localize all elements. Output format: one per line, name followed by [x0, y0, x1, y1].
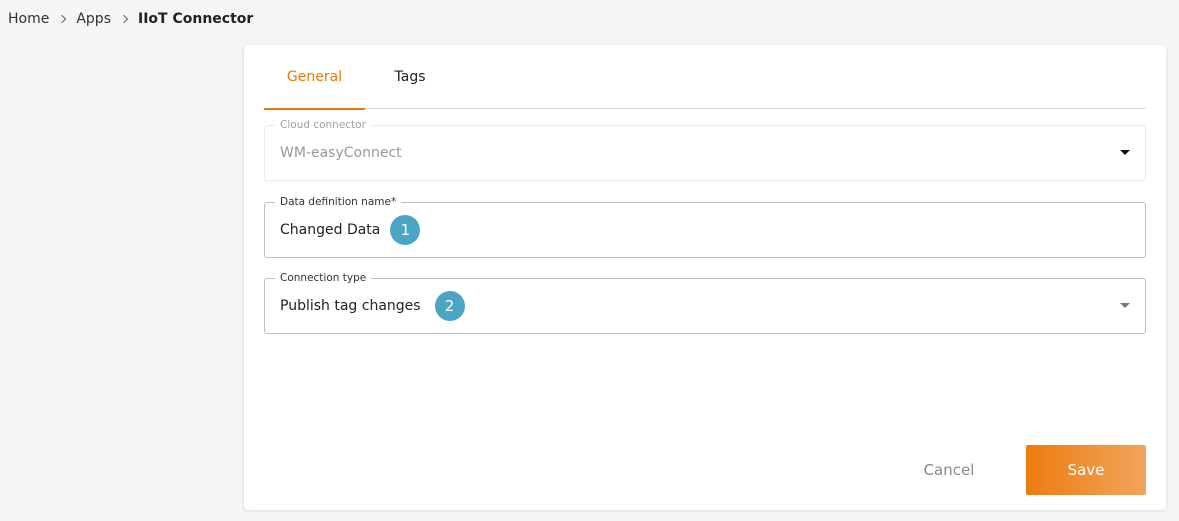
save-button[interactable]: Save — [1026, 445, 1146, 495]
breadcrumb-current: IIoT Connector — [138, 11, 254, 27]
tab-tags[interactable]: Tags — [365, 45, 455, 109]
tab-bar: General Tags — [264, 45, 1146, 110]
cloud-connector-value: WM-easyConnect — [280, 145, 402, 161]
tab-general[interactable]: General — [264, 45, 365, 110]
caret-down-icon[interactable] — [1120, 303, 1130, 308]
connection-type-value: Publish tag changes — [280, 298, 421, 314]
data-definition-name-field[interactable]: Data definition name* Changed Data 1 — [264, 195, 1146, 258]
chevron-right-icon — [58, 14, 67, 24]
step-badge-2: 2 — [434, 291, 465, 321]
connection-type-select[interactable]: Connection type Publish tag changes 2 — [264, 271, 1146, 334]
caret-down-icon — [1120, 150, 1130, 155]
cancel-button[interactable]: Cancel — [898, 445, 1000, 495]
step-badge-1: 1 — [390, 215, 421, 245]
data-definition-name-input-wrap: Changed Data 1 — [280, 203, 421, 257]
breadcrumb: Home Apps IIoT Connector — [8, 9, 253, 29]
connection-type-value-wrap: Publish tag changes 2 — [280, 279, 465, 333]
settings-card: General Tags Cloud connector WM-easyConn… — [244, 45, 1166, 510]
chevron-right-icon — [119, 14, 129, 24]
breadcrumb-home[interactable]: Home — [8, 11, 49, 27]
data-definition-name-value[interactable]: Changed Data — [280, 222, 380, 238]
cloud-connector-select: Cloud connector WM-easyConnect — [264, 118, 1146, 181]
breadcrumb-apps[interactable]: Apps — [76, 11, 111, 27]
